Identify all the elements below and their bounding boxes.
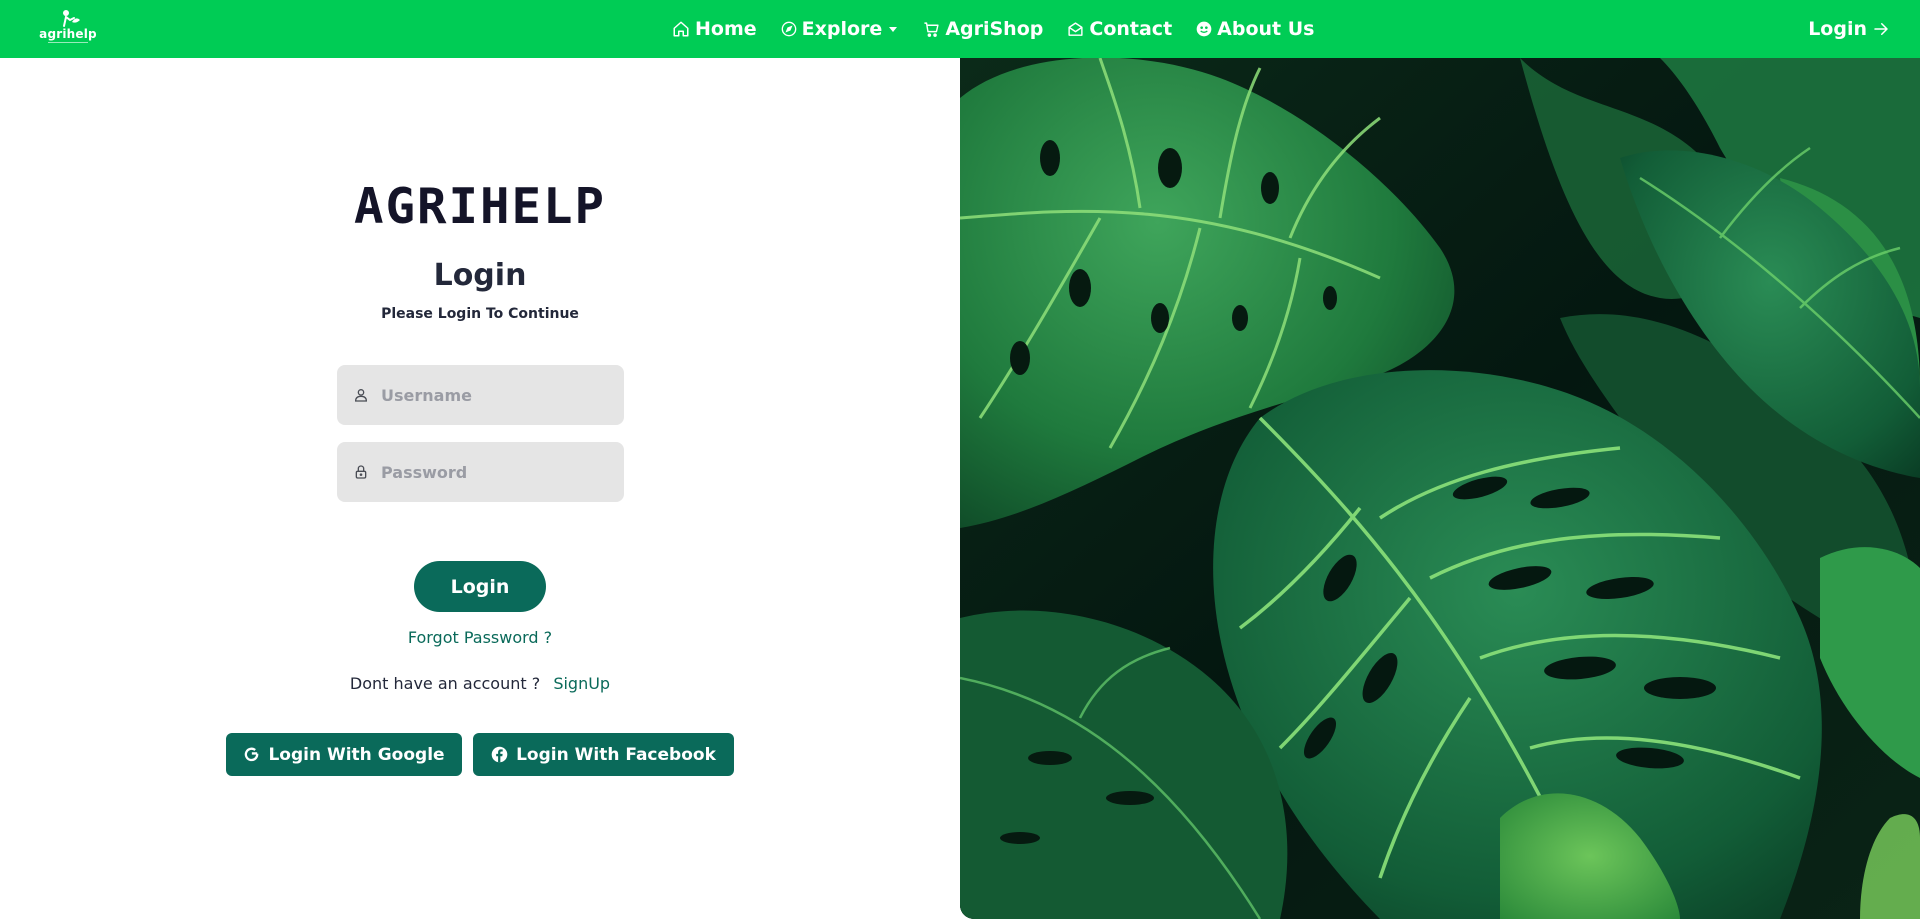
nav-agrishop-label: AgriShop	[945, 18, 1044, 40]
cart-icon	[924, 21, 939, 37]
signup-line: Dont have an account ? SignUp	[0, 674, 960, 693]
mail-icon	[1068, 21, 1083, 36]
navbar: agrihelp Home Explore AgriShop Contact A…	[0, 0, 1920, 58]
page-title: Login	[433, 258, 527, 293]
nav-contact[interactable]: Contact	[1067, 18, 1172, 40]
nav-agrishop[interactable]: AgriShop	[923, 18, 1043, 40]
no-account-text: Dont have an account ?	[349, 674, 541, 693]
facebook-login-button[interactable]: Login With Facebook	[473, 733, 734, 776]
caret-down-icon	[889, 27, 898, 32]
brand-title: AGRIHELP	[353, 178, 606, 235]
password-input[interactable]	[381, 462, 611, 482]
signup-link[interactable]: SignUp	[553, 674, 610, 693]
google-icon	[245, 747, 259, 762]
login-button[interactable]: Login	[414, 561, 546, 612]
logo-tagline-line	[48, 42, 88, 43]
main-nav: Home Explore AgriShop Contact About Us	[672, 0, 1314, 58]
home-icon	[673, 21, 689, 37]
lock-icon	[351, 464, 371, 480]
nav-about[interactable]: About Us	[1196, 18, 1314, 40]
logo[interactable]: agrihelp	[38, 8, 98, 48]
login-panel: AGRIHELP Login Please Login To Continue …	[0, 58, 960, 919]
nav-explore-label: Explore	[801, 18, 883, 40]
nav-about-label: About Us	[1217, 18, 1315, 40]
smile-icon	[1196, 21, 1212, 37]
google-login-button[interactable]: Login With Google	[226, 733, 462, 776]
nav-home[interactable]: Home	[672, 18, 757, 40]
facebook-login-label: Login With Facebook	[516, 744, 716, 765]
username-input[interactable]	[381, 385, 611, 405]
page-subtitle: Please Login To Continue	[381, 306, 579, 322]
password-field[interactable]	[337, 442, 624, 502]
nav-home-label: Home	[695, 18, 757, 40]
leaves-illustration	[960, 58, 1920, 919]
facebook-icon	[491, 746, 508, 763]
user-icon	[351, 387, 371, 403]
username-field[interactable]	[337, 365, 624, 425]
nav-login-link[interactable]: Login	[1808, 0, 1890, 58]
nav-contact-label: Contact	[1089, 18, 1173, 40]
monstera-leaves-image	[960, 58, 1920, 919]
arrow-right-icon	[1874, 23, 1888, 35]
forgot-password-link[interactable]: Forgot Password ?	[0, 628, 960, 647]
logo-text: agrihelp	[39, 27, 97, 41]
compass-icon	[781, 21, 796, 37]
logo-sprout-icon	[63, 10, 80, 27]
nav-explore[interactable]: Explore	[781, 18, 900, 40]
nav-login-label: Login	[1808, 18, 1867, 40]
google-login-label: Login With Google	[268, 744, 445, 765]
